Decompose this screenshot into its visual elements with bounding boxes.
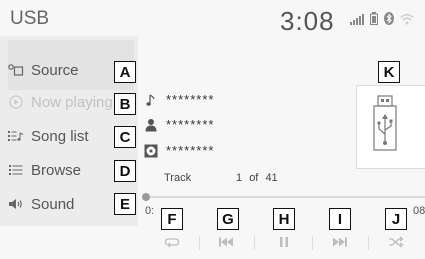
usb-audio-screen: USB 3:08 Source Now playing Song list Br… <box>0 0 425 259</box>
shuffle-button[interactable] <box>376 232 416 252</box>
play-circle-icon <box>8 95 24 109</box>
callout-label: G <box>217 208 239 230</box>
callout-label: A <box>114 61 136 83</box>
track-title-row: ******** <box>144 92 214 107</box>
sidebar-item-label: Now playing <box>31 93 113 111</box>
callout-label: K <box>378 61 400 83</box>
battery-icon <box>370 12 378 25</box>
skip-previous-icon <box>219 237 233 247</box>
song-list-icon <box>8 129 24 143</box>
callout-label: J <box>385 208 407 230</box>
album-art <box>356 85 425 169</box>
next-track-button[interactable] <box>320 232 360 252</box>
callout-label: B <box>114 93 136 115</box>
callout-label: C <box>114 126 136 148</box>
shuffle-icon <box>389 236 404 248</box>
playback-controls <box>140 232 425 254</box>
sidebar-item-label: Source <box>31 61 79 79</box>
usb-icon <box>373 95 397 151</box>
track-title: ******** <box>166 92 215 107</box>
elapsed-time: 0: <box>145 205 155 217</box>
signal-bars-icon <box>350 13 364 25</box>
sidebar-item-label: Sound <box>31 195 75 213</box>
pause-icon <box>280 237 288 247</box>
source-icon <box>8 63 24 77</box>
total-time: 08 <box>413 205 425 217</box>
clock: 3:08 <box>280 6 335 36</box>
callout-label: F <box>161 208 183 230</box>
callout-label: E <box>114 193 136 215</box>
track-label: Track <box>164 172 192 184</box>
track-number: 1 <box>236 172 243 184</box>
progress-bar[interactable] <box>148 196 425 198</box>
skip-next-icon <box>333 237 347 247</box>
repeat-button[interactable] <box>152 232 192 252</box>
sidebar-item-label: Song list <box>31 127 89 145</box>
artist-icon <box>144 118 158 132</box>
album-name: ******** <box>166 143 215 158</box>
sidebar-item-label: Browse <box>31 161 82 179</box>
album-row: ******** <box>144 143 214 158</box>
pause-button[interactable] <box>264 232 304 252</box>
callout-label: D <box>114 160 136 182</box>
artist-row: ******** <box>144 117 214 132</box>
music-note-icon <box>144 93 158 107</box>
progress-handle[interactable] <box>142 193 150 201</box>
callout-label: H <box>273 208 295 230</box>
source-title: USB <box>10 8 50 29</box>
repeat-icon <box>164 238 180 248</box>
album-disc-icon <box>144 144 158 158</box>
wifi-icon <box>400 13 414 25</box>
track-of-label: of <box>249 172 259 184</box>
callout-label: I <box>329 208 351 230</box>
speaker-icon <box>8 197 24 211</box>
track-position: 1 of 41 <box>236 172 278 184</box>
track-total: 41 <box>265 172 278 184</box>
browse-icon <box>8 163 24 177</box>
previous-track-button[interactable] <box>206 232 246 252</box>
status-bar <box>350 12 414 25</box>
artist-name: ******** <box>166 117 215 132</box>
bluetooth-icon <box>384 12 394 25</box>
